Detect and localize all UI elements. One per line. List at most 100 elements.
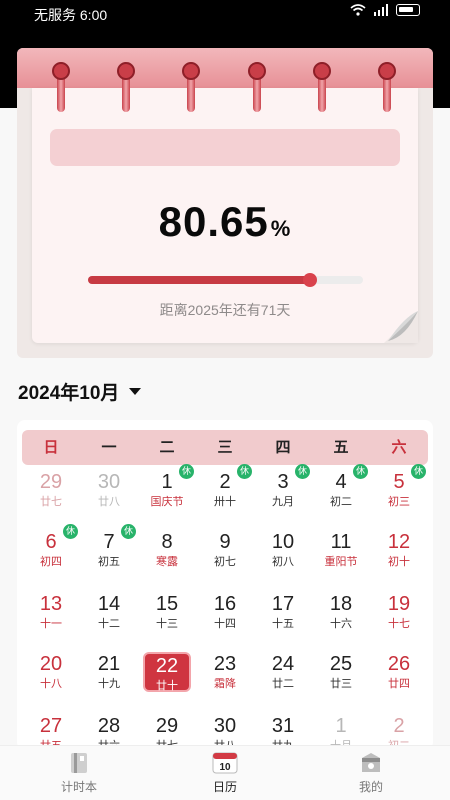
calendar-day-today[interactable]: 22 廿十 xyxy=(143,652,191,692)
tab-profile[interactable]: 我的 xyxy=(326,752,416,795)
tab-label: 日历 xyxy=(212,780,237,794)
calendar-icon: 10 xyxy=(212,752,238,774)
calendar-day[interactable]: 30 廿八 xyxy=(84,470,134,522)
lunar-date: 廿三 xyxy=(330,678,352,690)
lunar-date: 十一 xyxy=(40,618,62,630)
day-number: 18 xyxy=(329,593,353,615)
lunar-date: 霜降 xyxy=(214,678,236,690)
day-number: 30 xyxy=(213,715,237,737)
calendar-day[interactable]: 26 廿四 xyxy=(374,652,424,704)
day-number: 9 xyxy=(219,531,231,553)
lunar-date: 初八 xyxy=(272,556,294,568)
day-number: 2 xyxy=(393,715,405,737)
bottom-tab-bar: 计时本 10 日历 我的 xyxy=(0,745,450,800)
calendar-day[interactable]: 16 十四 xyxy=(200,592,250,644)
month-label: 2024年10月 xyxy=(18,383,120,404)
lunar-date: 廿七 xyxy=(40,496,62,508)
day-number: 22 xyxy=(155,655,179,677)
calendar-day[interactable]: 5 初三休 xyxy=(374,464,426,522)
calendar-day[interactable]: 17 十五 xyxy=(258,592,308,644)
lunar-date: 十八 xyxy=(40,678,62,690)
day-number: 20 xyxy=(39,653,63,675)
day-number: 1 xyxy=(335,715,347,737)
calendar-day[interactable]: 24 廿二 xyxy=(258,652,308,704)
weekday-thu: 四 xyxy=(275,439,291,456)
calendar-day[interactable]: 2 卅十休 xyxy=(200,464,252,522)
countdown-text: 距离2025年还有71天 xyxy=(159,302,291,318)
day-number: 31 xyxy=(271,715,295,737)
tab-timer-book[interactable]: 计时本 xyxy=(34,752,124,795)
day-number: 30 xyxy=(97,471,121,493)
lunar-date: 卅十 xyxy=(214,496,236,508)
calendar-day[interactable]: 8 寒露 xyxy=(142,530,192,582)
calendar-day[interactable]: 23 霜降 xyxy=(200,652,250,704)
day-number: 11 xyxy=(330,531,352,553)
binder-ring-icon xyxy=(313,62,331,114)
day-number: 10 xyxy=(271,531,295,553)
calendar-day[interactable]: 1 国庆节休 xyxy=(142,464,194,522)
year-progress-percent: 80.65% xyxy=(32,198,418,246)
weekday-fri: 五 xyxy=(333,439,349,456)
card-title-placeholder xyxy=(50,129,400,166)
calendar-day[interactable]: 29 廿七 xyxy=(26,470,76,522)
holiday-rest-badge: 休 xyxy=(237,464,252,479)
weekday-header: 日 一 二 三 四 五 六 xyxy=(22,430,428,465)
calendar-day[interactable]: 7 初五休 xyxy=(84,524,136,582)
calendar-day[interactable]: 11 重阳节 xyxy=(316,530,366,582)
month-selector[interactable]: 2024年10月 xyxy=(18,378,142,405)
tab-label: 计时本 xyxy=(60,780,97,794)
lunar-date: 十九 xyxy=(98,678,120,690)
calendar-day[interactable]: 12 初十 xyxy=(374,530,424,582)
holiday-rest-badge: 休 xyxy=(295,464,310,479)
lunar-date: 初十 xyxy=(388,556,410,568)
lunar-date: 十七 xyxy=(388,618,410,630)
day-number: 13 xyxy=(39,593,63,615)
calendar-day[interactable]: 14 十二 xyxy=(84,592,134,644)
percent-value: 80.65 xyxy=(158,198,269,245)
calendar-day[interactable]: 19 十七 xyxy=(374,592,424,644)
holiday-rest-badge: 休 xyxy=(353,464,368,479)
calendar-day[interactable]: 4 初二休 xyxy=(316,464,368,522)
calendar-day[interactable]: 21 十九 xyxy=(84,652,134,704)
lunar-date: 廿十 xyxy=(156,680,178,692)
year-progress-knob xyxy=(302,273,317,287)
calendar-day[interactable]: 15 十三 xyxy=(142,592,192,644)
day-number: 15 xyxy=(155,593,179,615)
year-progress-fill xyxy=(88,276,310,284)
card-binding-strip xyxy=(17,48,433,88)
calendar-day[interactable]: 20 十八 xyxy=(26,652,76,704)
day-number: 29 xyxy=(155,715,179,737)
calendar-day[interactable]: 13 十一 xyxy=(26,592,76,644)
lunar-date: 九月 xyxy=(272,496,294,508)
day-number: 8 xyxy=(161,531,173,553)
lunar-date: 初七 xyxy=(214,556,236,568)
weekday-sun: 日 xyxy=(43,439,59,456)
day-number: 24 xyxy=(271,653,295,675)
year-progress-bar xyxy=(88,273,363,287)
day-number: 16 xyxy=(213,593,237,615)
day-number: 21 xyxy=(97,653,121,675)
calendar-day[interactable]: 9 初七 xyxy=(200,530,250,582)
weekday-wed: 三 xyxy=(217,439,233,456)
lunar-date: 十四 xyxy=(214,618,236,630)
percent-sign: % xyxy=(270,216,292,241)
lunar-date: 廿八 xyxy=(98,496,120,508)
calendar-day[interactable]: 3 九月休 xyxy=(258,464,310,522)
wifi-icon xyxy=(350,4,366,16)
lunar-date: 廿二 xyxy=(272,678,294,690)
calendar-day[interactable]: 6 初四休 xyxy=(26,524,78,582)
lunar-date: 十二 xyxy=(98,618,120,630)
day-number: 23 xyxy=(213,653,237,675)
day-number: 17 xyxy=(271,593,295,615)
lunar-date: 初二 xyxy=(330,496,352,508)
lunar-date: 十五 xyxy=(272,618,294,630)
tab-calendar[interactable]: 10 日历 xyxy=(180,752,270,795)
calendar-grid: 日 一 二 三 四 五 六 29 廿七 30 廿八 1 国庆节休 2 卅十休 3 九月休 4 初二休 5… xyxy=(17,420,433,750)
calendar-icon-badge: 10 xyxy=(219,762,231,773)
calendar-day[interactable]: 10 初八 xyxy=(258,530,308,582)
calendar-day[interactable]: 25 廿三 xyxy=(316,652,366,704)
weekday-tue: 二 xyxy=(159,439,175,456)
lunar-date: 初五 xyxy=(98,556,120,568)
calendar-day[interactable]: 18 十六 xyxy=(316,592,366,644)
day-number: 29 xyxy=(39,471,63,493)
